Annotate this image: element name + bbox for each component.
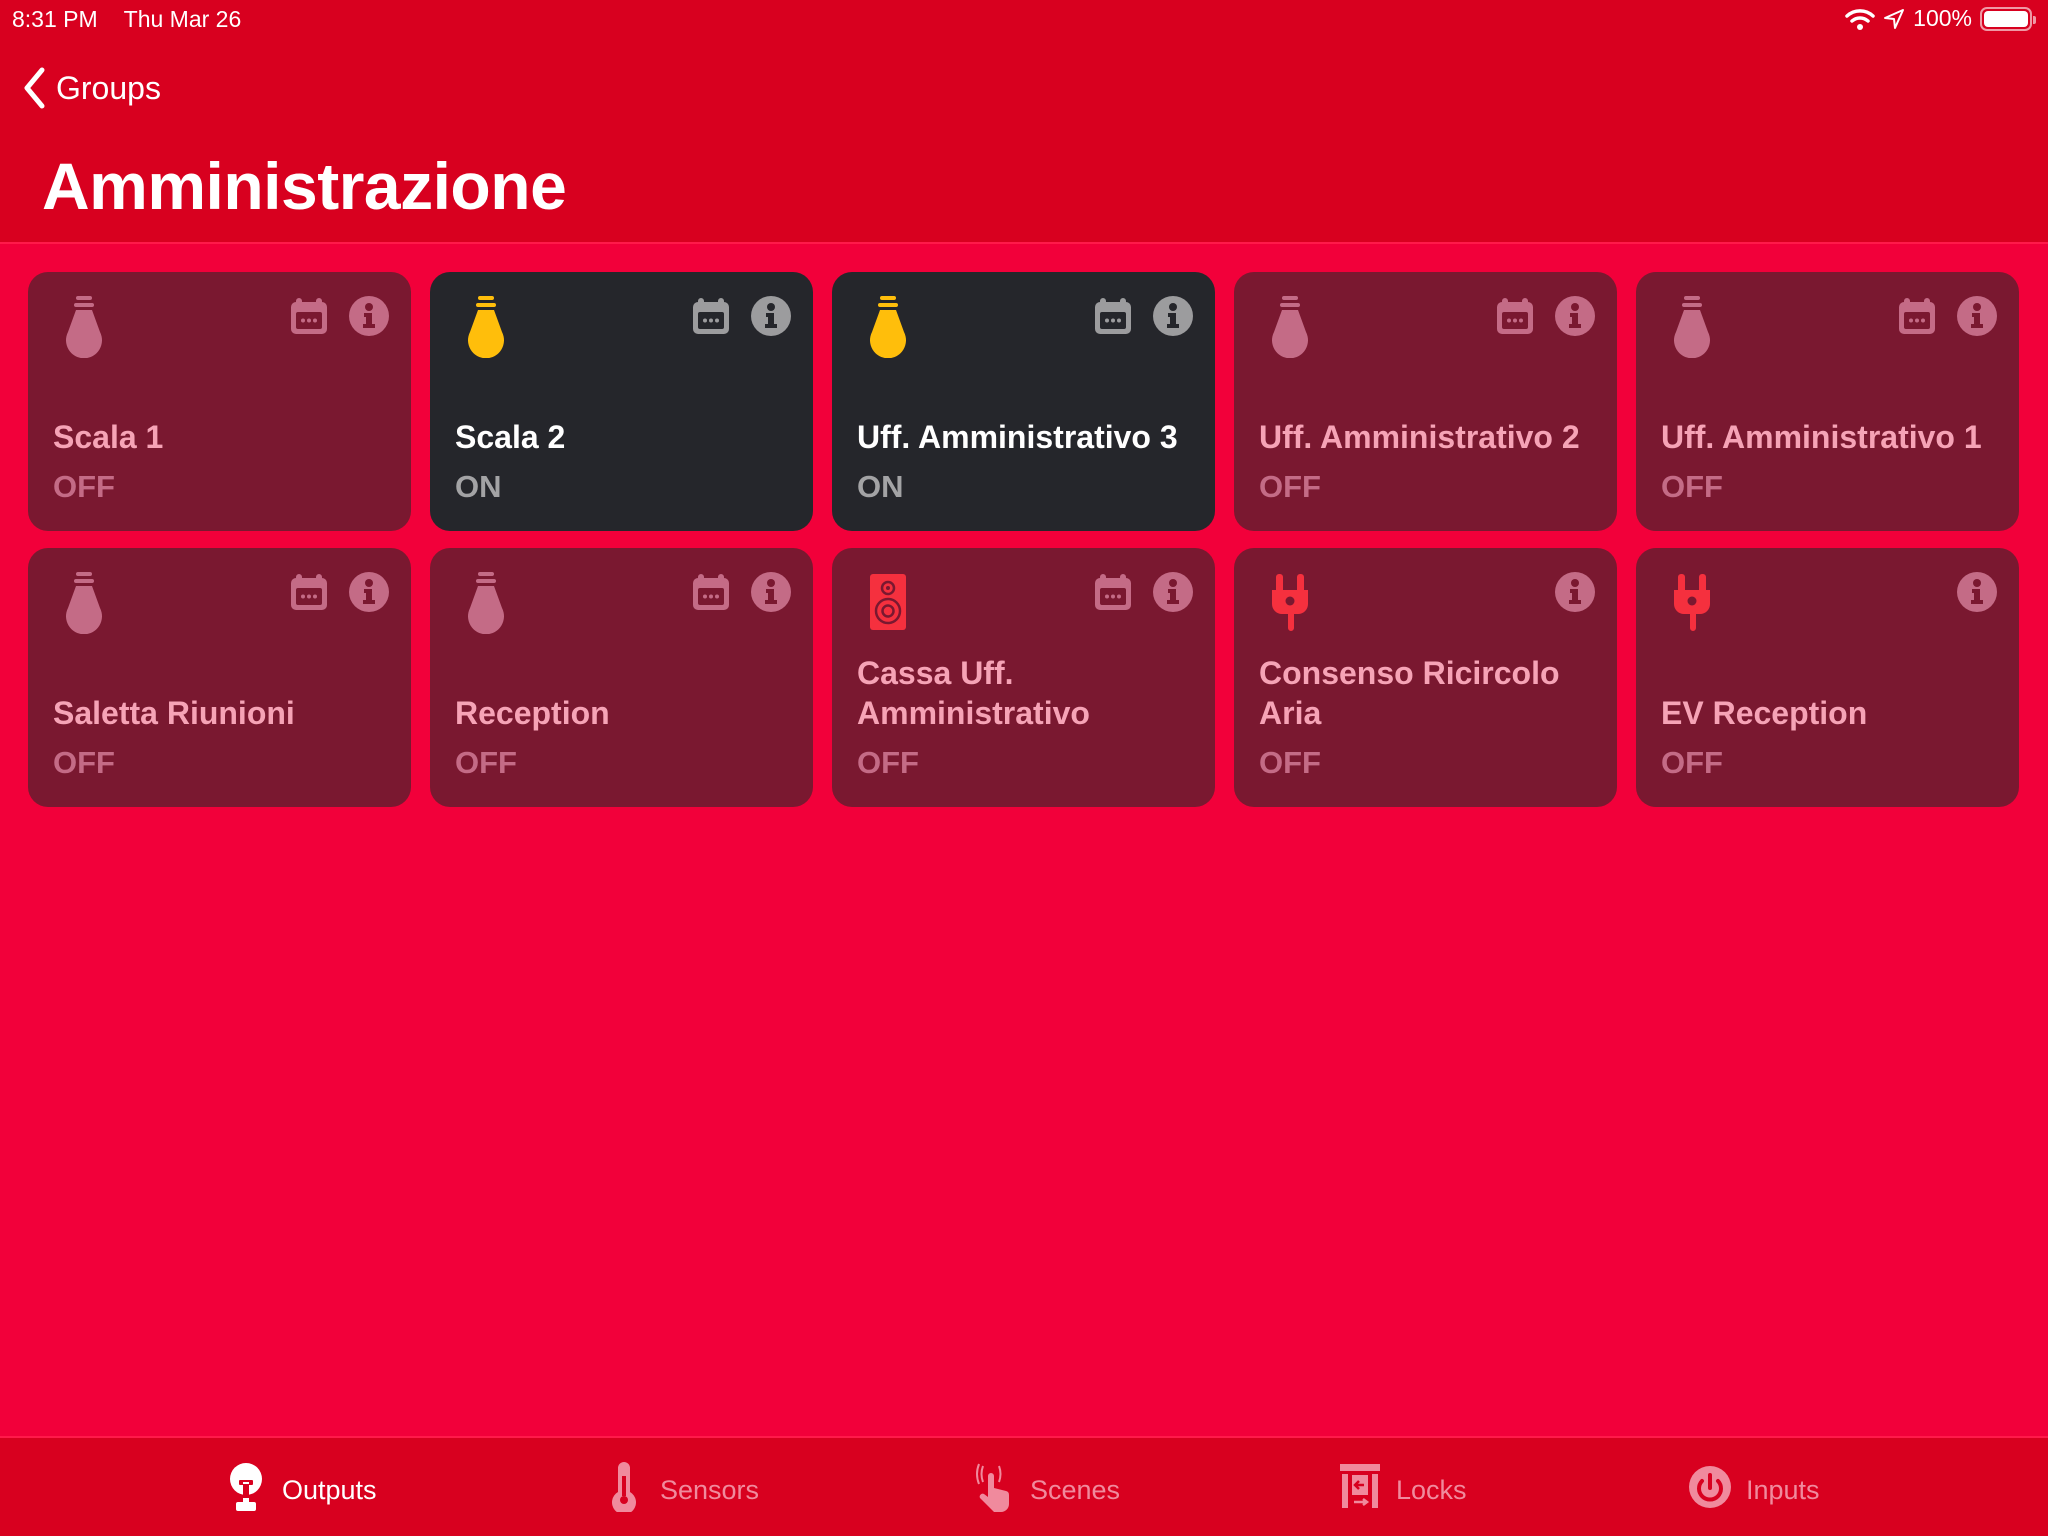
tab-sensors[interactable]: Sensors <box>602 1462 759 1519</box>
output-card-1[interactable]: Scala 1 OFF <box>28 272 411 531</box>
info-icon[interactable] <box>349 296 389 336</box>
tab-label: Locks <box>1396 1475 1467 1505</box>
info-icon[interactable] <box>1555 572 1595 612</box>
tab-inputs[interactable]: Inputs <box>1688 1462 1820 1519</box>
schedule-calendar-icon[interactable] <box>1093 296 1133 336</box>
output-name: Uff. Amministrativo 3 <box>857 419 1178 455</box>
output-name: Uff. Amministrativo 2 <box>1259 419 1580 455</box>
output-state: OFF <box>857 745 919 780</box>
info-icon[interactable] <box>751 572 791 612</box>
status-date: Thu Mar 26 <box>123 6 242 32</box>
lightbulb-icon <box>1674 296 1710 359</box>
output-card-8[interactable]: Cassa Uff. Amministrativo OFF <box>832 548 1215 807</box>
navigation-header: 8:31 PM Thu Mar 26 100% Groups Amministr… <box>0 0 2048 244</box>
schedule-calendar-icon[interactable] <box>691 296 731 336</box>
back-label: Groups <box>56 69 161 106</box>
lightbulb-icon <box>468 572 504 635</box>
tab-label: Scenes <box>1030 1475 1121 1505</box>
status-time: 8:31 PM <box>12 6 98 32</box>
info-icon[interactable] <box>751 296 791 336</box>
output-state: OFF <box>1259 469 1321 504</box>
output-name: Cassa Uff. Amministrativo <box>857 655 1090 731</box>
output-card-3[interactable]: Uff. Amministrativo 3 ON <box>832 272 1215 531</box>
output-card-10[interactable]: EV Reception OFF <box>1636 548 2019 807</box>
schedule-calendar-icon[interactable] <box>691 572 731 612</box>
output-name: Scala 2 <box>455 419 566 455</box>
tab-outputs[interactable]: Outputs <box>224 1462 377 1519</box>
output-state: OFF <box>1661 745 1723 780</box>
gate-icon <box>1338 1462 1382 1519</box>
lightbulb-icon <box>870 296 906 359</box>
status-bar: 8:31 PM Thu Mar 26 100% <box>0 0 2048 40</box>
schedule-calendar-icon[interactable] <box>289 296 329 336</box>
output-type-icon <box>464 570 508 635</box>
output-card-4[interactable]: Uff. Amministrativo 2 OFF <box>1234 272 1617 531</box>
tab-label: Inputs <box>1746 1475 1820 1505</box>
schedule-calendar-icon[interactable] <box>1897 296 1937 336</box>
lightbulb-icon <box>468 296 504 359</box>
output-state: OFF <box>455 745 517 780</box>
plug-icon <box>1674 574 1710 631</box>
battery-percent: 100% <box>1913 5 1972 31</box>
output-card-6[interactable]: Saletta Riunioni OFF <box>28 548 411 807</box>
info-icon[interactable] <box>1555 296 1595 336</box>
output-type-icon <box>1268 294 1312 359</box>
output-type-icon <box>62 570 106 635</box>
output-name: Scala 1 <box>53 419 164 455</box>
outputs-icon <box>224 1462 268 1519</box>
output-type-icon <box>1670 570 1714 634</box>
location-arrow-icon <box>1884 8 1905 29</box>
wifi-icon <box>1845 8 1875 30</box>
output-name: Consenso Ricircolo Aria <box>1259 655 1560 731</box>
power-icon <box>1688 1462 1732 1519</box>
info-icon[interactable] <box>349 572 389 612</box>
page-title: Amministrazione <box>42 149 567 223</box>
output-name: Saletta Riunioni <box>53 695 295 731</box>
lightbulb-icon <box>66 572 102 635</box>
back-button[interactable]: Groups <box>22 66 161 110</box>
schedule-calendar-icon[interactable] <box>1495 296 1535 336</box>
output-state: OFF <box>1259 745 1321 780</box>
output-card-5[interactable]: Uff. Amministrativo 1 OFF <box>1636 272 2019 531</box>
thermometer-icon <box>602 1462 646 1519</box>
output-type-icon <box>1670 294 1714 359</box>
tab-locks[interactable]: Locks <box>1338 1462 1467 1519</box>
output-name: EV Reception <box>1661 695 1868 731</box>
battery-icon <box>1980 6 2036 31</box>
chevron-left-icon <box>24 67 45 109</box>
tab-label: Outputs <box>282 1475 377 1505</box>
output-state: OFF <box>53 745 115 780</box>
speaker-icon <box>870 574 906 630</box>
output-card-7[interactable]: Reception OFF <box>430 548 813 807</box>
tab-scenes[interactable]: Scenes <box>972 1462 1120 1519</box>
output-type-icon <box>866 570 910 634</box>
info-icon[interactable] <box>1957 296 1997 336</box>
output-state: OFF <box>53 469 115 504</box>
lightbulb-icon <box>66 296 102 359</box>
output-state: OFF <box>1661 469 1723 504</box>
tab-bar: Outputs Sensors Scenes Locks Inputs <box>0 1436 2048 1536</box>
output-name: Uff. Amministrativo 1 <box>1661 419 1982 455</box>
output-type-icon <box>464 294 508 359</box>
output-type-icon <box>62 294 106 359</box>
output-card-9[interactable]: Consenso Ricircolo Aria OFF <box>1234 548 1617 807</box>
tab-label: Sensors <box>660 1475 760 1505</box>
output-type-icon <box>866 294 910 359</box>
output-type-icon <box>1268 570 1312 634</box>
schedule-calendar-icon[interactable] <box>289 572 329 612</box>
schedule-calendar-icon[interactable] <box>1093 572 1133 612</box>
output-card-2[interactable]: Scala 2 ON <box>430 272 813 531</box>
info-icon[interactable] <box>1153 296 1193 336</box>
outputs-grid: Scala 1 OFF Scala 2 ON Uff. Amministrati… <box>28 272 2019 807</box>
hand-tap-icon <box>972 1462 1016 1519</box>
plug-icon <box>1272 574 1308 631</box>
output-state: ON <box>455 469 502 504</box>
output-name: Reception <box>455 695 610 731</box>
info-icon[interactable] <box>1153 572 1193 612</box>
info-icon[interactable] <box>1957 572 1997 612</box>
output-state: ON <box>857 469 904 504</box>
lightbulb-icon <box>1272 296 1308 359</box>
